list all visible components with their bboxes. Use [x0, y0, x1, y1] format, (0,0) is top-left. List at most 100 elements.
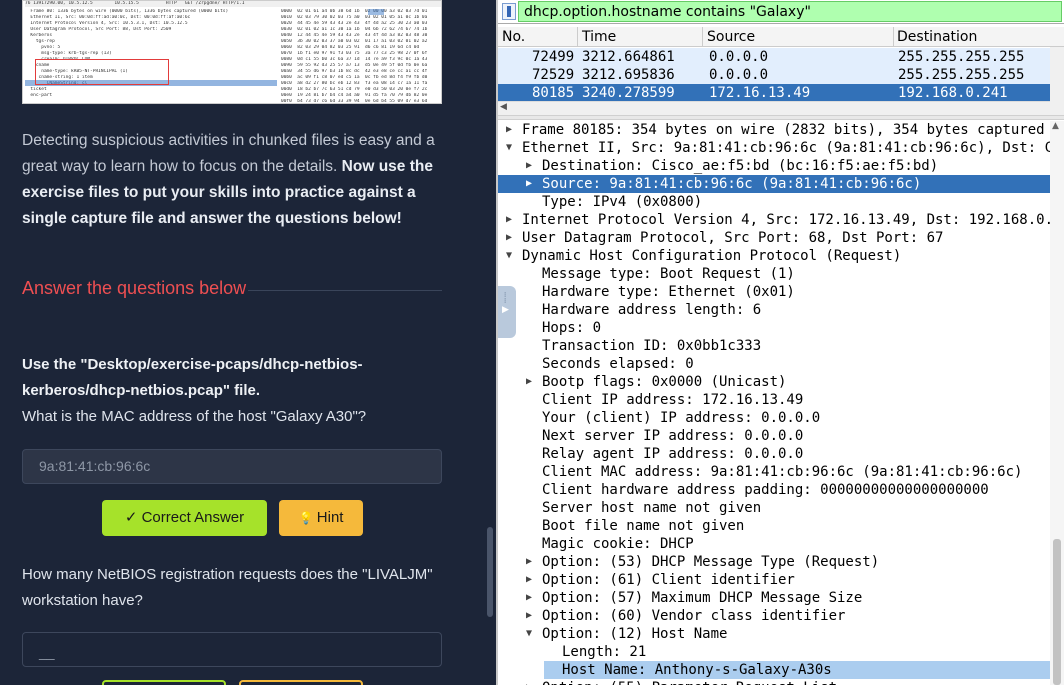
expand-arrow-icon[interactable]: ▶	[524, 607, 534, 625]
packet-source: 172.16.13.49	[709, 85, 811, 101]
answer-1-field[interactable]: 9a:81:41:cb:96:6c	[22, 449, 442, 484]
collapse-arrow-icon[interactable]: ▼	[504, 247, 514, 265]
tree-node[interactable]: ▶ Option: (53) DHCP Message Type (Request…	[498, 553, 1050, 571]
column-divider	[702, 27, 703, 47]
question-1-file-path: Use the "Desktop/exercise-pcaps/dhcp-net…	[22, 356, 363, 399]
thumbnail-tree-line: enc-part	[25, 93, 53, 98]
tree-node[interactable]: Server host name not given	[498, 499, 1050, 517]
bookmark-icon[interactable]	[502, 3, 516, 20]
tree-node-label: Next server IP address: 0.0.0.0	[542, 428, 804, 444]
packet-list-vscrollbar[interactable]	[1050, 47, 1064, 115]
tree-node[interactable]: Hardware address length: 6	[498, 301, 1050, 319]
expand-arrow-icon[interactable]: ▶	[504, 121, 514, 139]
scroll-left-icon[interactable]: ◀	[500, 102, 507, 112]
tree-node[interactable]: Client IP address: 172.16.13.49	[498, 391, 1050, 409]
packet-list-hscrollbar[interactable]: ◀	[498, 101, 1050, 115]
answer-2-field[interactable]: __	[22, 632, 442, 667]
tree-node-label: User Datagram Protocol, Src Port: 68, Ds…	[522, 230, 944, 246]
details-scrollbar-thumb[interactable]	[1053, 539, 1061, 685]
scrollbar-thumb[interactable]	[487, 527, 493, 617]
tree-node-label: Option: (61) Client identifier	[542, 572, 795, 588]
scroll-up-icon[interactable]: ▲	[1052, 121, 1059, 131]
tree-node[interactable]: ▶ Bootp flags: 0x0000 (Unicast)	[498, 373, 1050, 391]
packet-details-tree: ▶ Frame 80185: 354 bytes on wire (2832 bi…	[498, 121, 1050, 685]
tree-node-label: Hardware address length: 6	[542, 302, 762, 318]
packet-row[interactable]: 72499 3212.664861 0.0.0.0 255.255.255.25…	[498, 48, 1050, 66]
tree-node-label: Magic cookie: DHCP	[542, 536, 694, 552]
tree-node[interactable]: Next server IP address: 0.0.0.0	[498, 427, 1050, 445]
tree-node[interactable]: Host Name: Anthony-s-Galaxy-A30s	[544, 661, 1050, 679]
thumbnail-hex-highlight	[368, 9, 384, 15]
tree-node-label: Internet Protocol Version 4, Src: 172.16…	[522, 212, 1050, 228]
display-filter-bar: dhcp.option.hostname contains "Galaxy"	[498, 0, 1064, 24]
tree-node[interactable]: ▶ Frame 80185: 354 bytes on wire (2832 bi…	[498, 121, 1050, 139]
column-header-time[interactable]: Time	[582, 27, 616, 47]
packet-time: 3240.278599	[582, 85, 675, 101]
expand-arrow-icon[interactable]: ▶	[504, 229, 514, 247]
column-header-source[interactable]: Source	[707, 27, 755, 47]
tree-node[interactable]: Magic cookie: DHCP	[498, 535, 1050, 553]
question-1-text: What is the MAC address of the host "Gal…	[22, 408, 367, 425]
lesson-scrollbar[interactable]	[485, 0, 496, 685]
details-scrollbar[interactable]: ▲	[1050, 121, 1064, 685]
column-header-destination[interactable]: Destination	[897, 27, 977, 47]
tree-node[interactable]: Hops: 0	[498, 319, 1050, 337]
thumbnail-hex-line: 00f0 b4 73 d7 c6 6d 33 39 94 0e 6d b4 55…	[281, 99, 428, 104]
tree-node[interactable]: Type: IPv4 (0x0800)	[498, 193, 1050, 211]
tree-node[interactable]: ▶ Internet Protocol Version 4, Src: 172.1…	[498, 211, 1050, 229]
tree-node-label: Boot file name not given	[542, 518, 745, 534]
packet-row[interactable]: 72529 3212.695836 0.0.0.0 255.255.255.25…	[498, 66, 1050, 84]
tree-node[interactable]: ▼ Option: (12) Host Name	[498, 625, 1050, 643]
tree-node[interactable]: ▶ Option: (55) Parameter Request List	[498, 679, 1050, 685]
display-filter-input[interactable]: dhcp.option.hostname contains "Galaxy"	[518, 1, 1062, 22]
expand-arrow-icon[interactable]: ▶	[524, 589, 534, 607]
sidebar-toggle-handle[interactable]: ⁞ ⁞ ▶	[498, 286, 516, 338]
column-header-no[interactable]: No.	[502, 27, 525, 47]
column-divider	[893, 27, 894, 47]
expand-arrow-icon[interactable]: ▶	[524, 679, 534, 685]
tree-node-label: Host Name: Anthony-s-Galaxy-A30s	[562, 662, 832, 678]
tree-node-label: Length: 21	[562, 644, 647, 660]
expand-arrow-icon[interactable]: ▶	[524, 175, 534, 193]
tree-node-selected[interactable]: ▶ Source: 9a:81:41:cb:96:6c (9a:81:41:cb:…	[498, 175, 1050, 193]
tree-node[interactable]: ▶ User Datagram Protocol, Src Port: 68, D…	[498, 229, 1050, 247]
tree-node[interactable]: ▶ Option: (61) Client identifier	[498, 571, 1050, 589]
hint-button[interactable]: 💡 Hint	[279, 500, 363, 536]
expand-arrow-icon[interactable]: ▶	[504, 211, 514, 229]
tree-node-label: Option: (55) Parameter Request List	[542, 679, 837, 685]
tree-node-label: Client hardware address padding: 0000000…	[542, 482, 989, 498]
tree-node[interactable]: Hardware type: Ethernet (0x01)	[498, 283, 1050, 301]
correct-answer-button[interactable]: ✓ Correct Answer	[102, 500, 267, 536]
tree-node[interactable]: Relay agent IP address: 0.0.0.0	[498, 445, 1050, 463]
packet-destination: 192.168.0.241	[898, 85, 1008, 101]
tree-node-label: Destination: Cisco_ae:f5:bd (bc:16:f5:ae…	[542, 158, 939, 174]
expand-arrow-icon[interactable]: ▶	[524, 571, 534, 589]
tree-node[interactable]: ▶ Destination: Cisco_ae:f5:bd (bc:16:f5:a…	[498, 157, 1050, 175]
expand-arrow-icon[interactable]: ▶	[524, 553, 534, 571]
tree-node[interactable]: Message type: Boot Request (1)	[498, 265, 1050, 283]
packet-row-selected[interactable]: 80185 3240.278599 172.16.13.49 192.168.0…	[498, 84, 1050, 102]
tree-node[interactable]: ▼ Ethernet II, Src: 9a:81:41:cb:96:6c (9a…	[498, 139, 1050, 157]
tree-node[interactable]: Client hardware address padding: 0000000…	[498, 481, 1050, 499]
tree-node-label: Option: (57) Maximum DHCP Message Size	[542, 590, 863, 606]
tree-node[interactable]: Boot file name not given	[498, 517, 1050, 535]
tree-node[interactable]: Seconds elapsed: 0	[498, 355, 1050, 373]
grip-icon: ⁞ ⁞	[504, 291, 507, 305]
collapse-arrow-icon[interactable]: ▼	[504, 139, 514, 157]
tree-node-label: Option: (12) Host Name	[542, 626, 728, 642]
tree-node[interactable]: ▶ Option: (57) Maximum DHCP Message Size	[498, 589, 1050, 607]
question-1: Use the "Desktop/exercise-pcaps/dhcp-net…	[22, 352, 442, 430]
pane-splitter[interactable]	[498, 115, 1064, 120]
tree-node[interactable]: ▼ Dynamic Host Configuration Protocol (Re…	[498, 247, 1050, 265]
submit-button[interactable]	[102, 680, 226, 685]
expand-arrow-icon[interactable]: ▶	[524, 373, 534, 391]
tree-node[interactable]: Length: 21	[498, 643, 1050, 661]
tree-node[interactable]: Your (client) IP address: 0.0.0.0	[498, 409, 1050, 427]
tree-node[interactable]: Client MAC address: 9a:81:41:cb:96:6c (9…	[498, 463, 1050, 481]
collapse-arrow-icon[interactable]: ▼	[524, 625, 534, 643]
capture-screenshot: 76 13917290.00, 10.5.12.5 10.5.15.5 HTTP…	[22, 0, 442, 104]
tree-node[interactable]: ▶ Option: (60) Vendor class identifier	[498, 607, 1050, 625]
tree-node[interactable]: Transaction ID: 0x0bb1c333	[498, 337, 1050, 355]
hint-button-2[interactable]	[239, 680, 363, 685]
expand-arrow-icon[interactable]: ▶	[524, 157, 534, 175]
